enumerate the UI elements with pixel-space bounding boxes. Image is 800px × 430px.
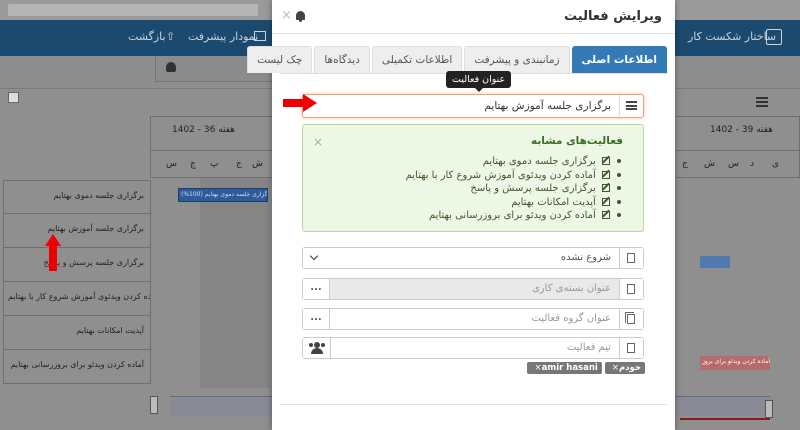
footer-divider [280,404,667,405]
work-package-placeholder: عنوان بسته‌ی کاری [531,283,611,294]
day-label: ی [772,159,780,169]
close-icon[interactable]: × [281,8,292,23]
task-row[interactable]: برگزاری جلسه دموی بهتایم [3,180,151,214]
task-row[interactable]: برگزاری جلسه آموزش بهتایم [3,214,151,248]
gantt-bar[interactable] [700,256,730,268]
list-item[interactable]: برگزاری جلسه پرسش و پاسخ [406,182,621,196]
task-row[interactable]: آماده کردن ویدئوی آموزش شروع کار با بهتا… [3,282,151,316]
day-label: ش [252,159,263,169]
similar-activities-panel: فعالیت‌های مشابه × برگزاری جلسه دموی بهت… [302,124,644,232]
team-addon [619,338,643,358]
back-arrow-icon: ⇧ [166,30,176,43]
activity-group-field[interactable]: عنوان گروه فعالیت ... [302,308,644,330]
list-item[interactable]: آپدیت امکانات بهتایم [406,196,621,210]
similar-activities-title: فعالیت‌های مشابه [530,135,623,147]
bell-icon [166,62,176,72]
modal-title: ویرایش فعالیت [564,9,662,24]
remove-tag-icon[interactable]: × [612,363,619,373]
modal-tabs: اطلاعات اصلی زمانبندی و پیشرفت اطلاعات ت… [245,46,667,73]
deadline-line [680,418,770,420]
nav-item-progress-chart[interactable]: نمودار پیشرفت [188,30,258,43]
edit-icon [602,157,610,165]
edit-icon [602,170,610,179]
team-tags: خودم× amir hasani× [527,362,645,374]
modal-header: ویرایش فعالیت × [272,0,675,34]
task-row[interactable]: آپدیت امکانات بهتایم [3,316,151,350]
team-field[interactable]: تیم فعالیت [302,337,644,359]
team-placeholder: تیم فعالیت [566,342,611,353]
scroll-handle-left[interactable] [150,396,158,414]
day-label: ش [704,159,715,169]
list-item[interactable]: آماده کردن ویدئو برای بروزرسانی بهتایم [406,209,621,223]
activity-title-value[interactable]: برگزاری جلسه آموزش بهتایم [484,100,611,112]
bell-icon[interactable] [296,11,305,22]
gantt-bar[interactable]: آماده کردن ویدئو برای بروز... [700,356,770,370]
day-label: س [728,159,739,169]
red-arrow-right-icon [283,94,319,112]
list-item[interactable]: آماده کردن ویدئوی آموزش شروع کار با بهتا… [406,169,621,183]
team-users-button[interactable] [303,338,331,358]
tab-additional-info[interactable]: اطلاعات تکمیلی [371,46,463,73]
activity-group-browse-button[interactable]: ... [303,309,330,329]
edit-icon [602,184,610,192]
scroll-handle-right[interactable] [765,400,773,418]
day-label: پ [210,159,219,169]
task-list: برگزاری جلسه دموی بهتایم برگزاری جلسه آم… [3,180,151,384]
status-addon [619,248,643,268]
activity-title-addon [619,95,643,117]
today-column [200,178,270,388]
gantt-bar[interactable]: برگزاری جلسه دموی بهتایم (100%) [178,188,268,202]
day-label: ج [236,159,242,169]
status-select[interactable]: شروع نشده [302,247,644,269]
users-icon [309,342,325,354]
red-arrow-up-icon [45,234,61,272]
status-file-icon [627,253,635,263]
nav-item-back[interactable]: بازگشت [128,30,166,43]
settings-icon[interactable] [8,92,19,103]
copy-icon [625,312,635,324]
document-icon [627,343,635,353]
task-row[interactable]: آماده کردن ویدئو برای بروزرسانی بهتایم [3,350,151,384]
day-label: س [166,159,177,169]
work-package-browse-button[interactable]: ... [303,279,330,299]
status-value: شروع نشده [560,252,611,263]
edit-icon [602,211,610,219]
tab-checklist[interactable]: چک لیست [247,46,313,73]
week-label: هفته 39 - 1402 [710,125,774,135]
week-label: هفته 36 - 1402 [172,125,236,135]
team-tag[interactable]: amir hasani× [527,362,602,374]
edit-icon [602,197,610,206]
team-tag[interactable]: خودم× [604,362,645,374]
tab-schedule-progress[interactable]: زمانبندی و پیشرفت [464,46,570,73]
activity-title-input[interactable]: برگزاری جلسه آموزش بهتایم [302,94,644,118]
close-icon[interactable]: × [313,135,323,149]
remove-tag-icon[interactable]: × [534,363,541,373]
list-item[interactable]: برگزاری جلسه دموی بهتایم [406,155,621,169]
day-label: چ [190,159,196,169]
task-row[interactable]: برگزاری جلسه پرسش و پاسخ [3,248,151,282]
activity-group-placeholder: عنوان گروه فعالیت [531,313,611,324]
work-package-field[interactable]: عنوان بسته‌ی کاری ... [302,278,644,300]
menu-icon[interactable] [756,97,768,107]
activity-title-tooltip: عنوان فعالیت [446,71,512,92]
day-label: ج [682,159,688,169]
work-package-addon [619,279,643,299]
chevron-down-icon [309,251,319,261]
document-icon [627,284,635,294]
day-label: د [750,159,755,169]
tab-main-info[interactable]: اطلاعات اصلی [571,46,667,73]
activity-group-addon [619,309,643,329]
list-icon [626,101,637,110]
tab-comments[interactable]: دیدگاه‌ها [314,46,370,73]
edit-activity-modal: ویرایش فعالیت × اطلاعات اصلی زمانبندی و … [247,0,675,430]
nav-item-wbs[interactable]: ساختار شکست کار [688,30,776,43]
chart-line-icon [254,31,266,41]
similar-activities-list: برگزاری جلسه دموی بهتایم آماده کردن ویدئ… [406,155,621,223]
